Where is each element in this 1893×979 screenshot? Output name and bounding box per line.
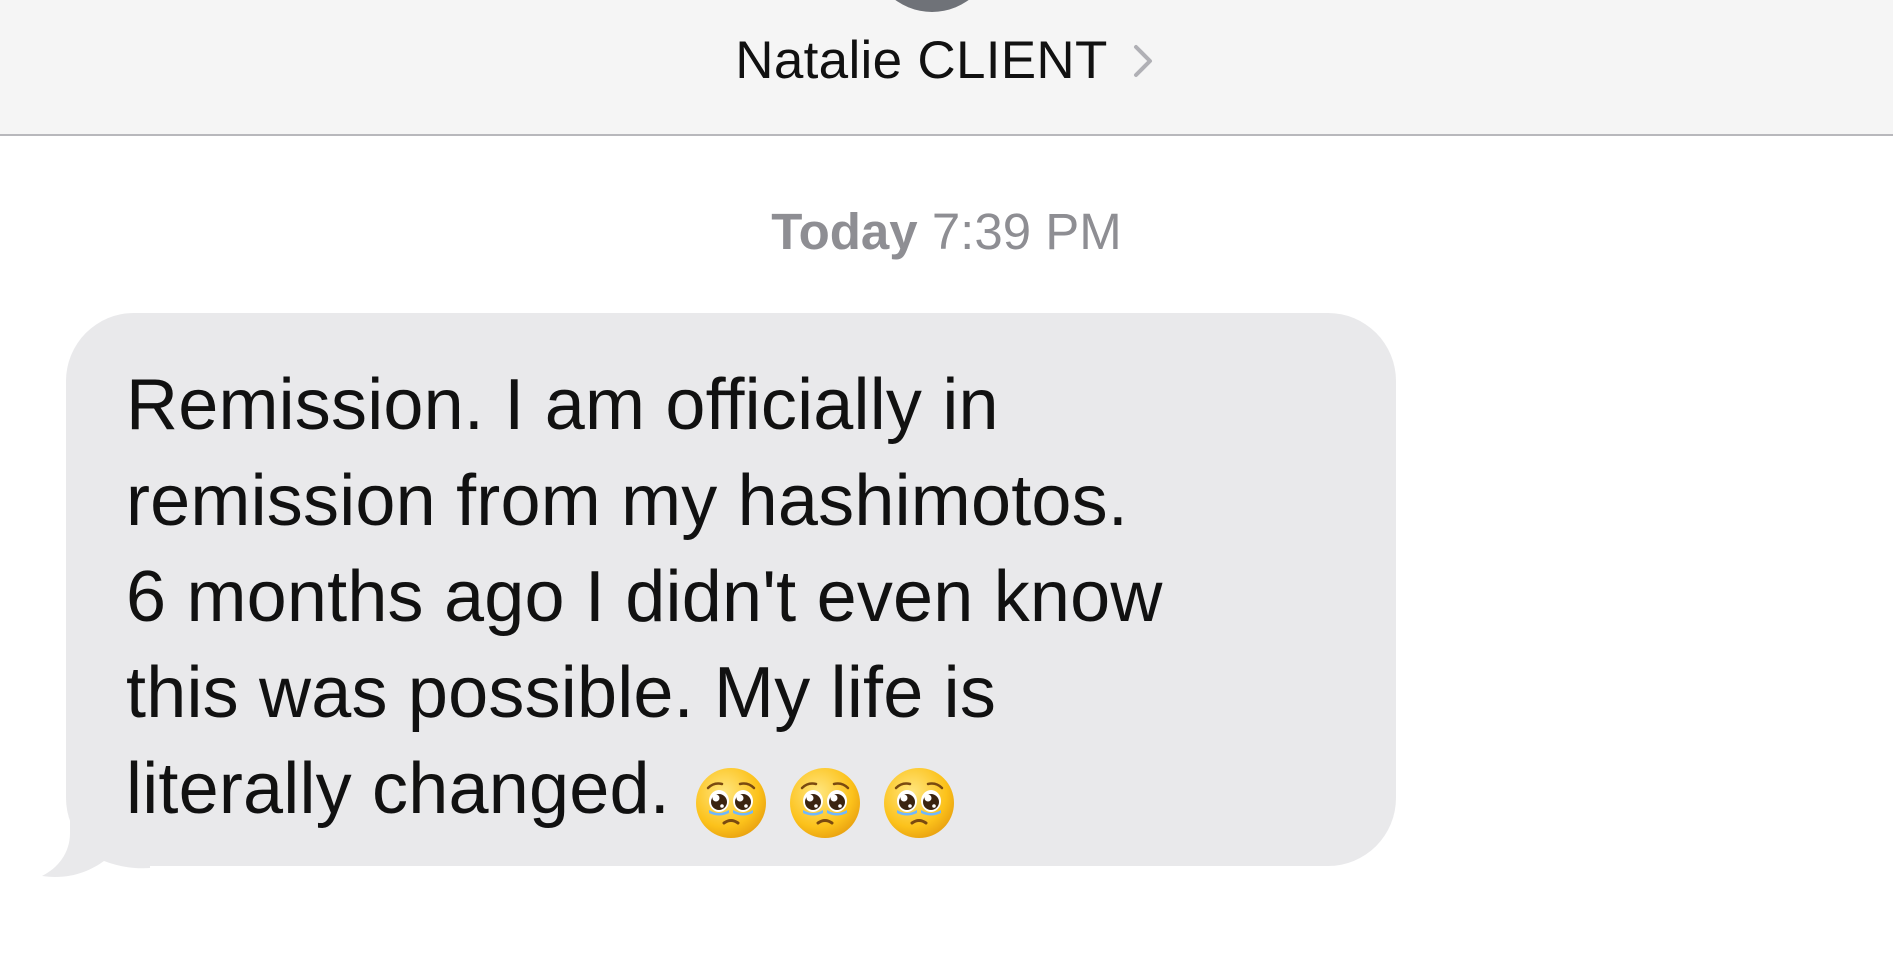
message-text: Remission. I am officially in remission …: [126, 365, 1163, 829]
timestamp-day: Today: [771, 203, 918, 260]
message-bubble[interactable]: Remission. I am officially in remission …: [66, 313, 1396, 866]
chevron-right-icon[interactable]: [1128, 41, 1158, 81]
timestamp-time: 7:39 PM: [931, 203, 1122, 260]
contact-details-link[interactable]: Natalie CLIENT: [0, 30, 1893, 91]
pleading-face-icon: [883, 767, 954, 838]
contact-name[interactable]: Natalie CLIENT: [735, 30, 1107, 91]
conversation-header: Natalie CLIENT: [0, 0, 1893, 136]
message-timestamp: Today 7:39 PM: [0, 202, 1893, 261]
pleading-face-icon: [695, 767, 766, 838]
messages-screen: Natalie CLIENT Today 7:39 PM Remission. …: [0, 0, 1893, 979]
contact-avatar[interactable]: [870, 0, 994, 12]
incoming-message[interactable]: Remission. I am officially in remission …: [40, 313, 1400, 877]
pleading-face-icon: [789, 767, 860, 838]
emoji-group: [694, 766, 956, 840]
